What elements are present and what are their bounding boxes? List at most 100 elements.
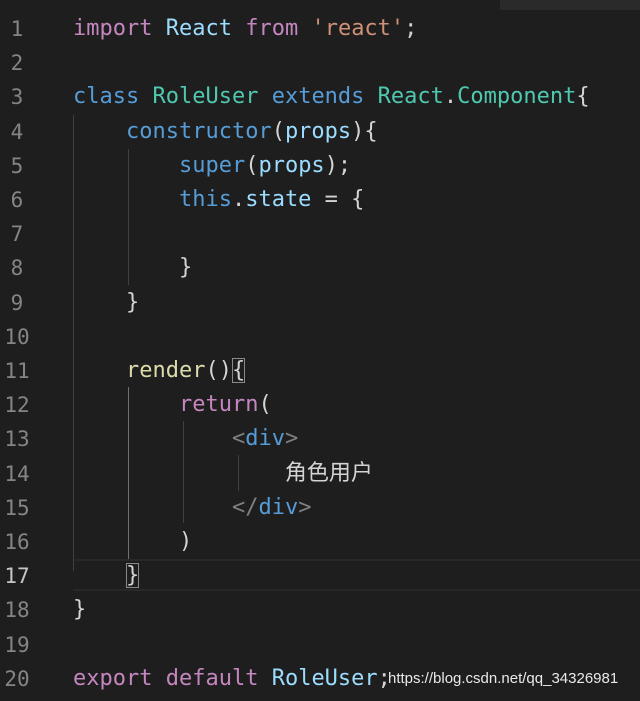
code-token: constructor [125, 118, 272, 144]
line-number: 16 [4, 530, 30, 554]
line-number: 20 [4, 666, 30, 691]
code-line[interactable]: 9 } [0, 286, 640, 320]
code-token: class [73, 84, 140, 110]
line-number: 18 [4, 598, 30, 623]
code-token: </ [231, 494, 259, 520]
code-token: props [284, 118, 352, 144]
code-line[interactable]: 13 <div> [0, 422, 640, 456]
watermark-url: https://blog.csdn.net/qq_34326981 [388, 670, 619, 687]
code-line[interactable]: 6 this.state = { [0, 183, 640, 217]
code-text: export default RoleUser; [73, 662, 391, 696]
code-line[interactable]: 3 class RoleUser extends React.Component{ [0, 80, 640, 114]
code-token: ){ [351, 118, 378, 144]
code-line[interactable]: 16 ) [0, 525, 640, 559]
code-token: 'react' [311, 16, 405, 41]
code-token: return [178, 392, 259, 418]
line-number: 10 [4, 324, 30, 349]
code-token: . [443, 84, 458, 110]
code-token: from [245, 16, 299, 41]
code-line[interactable]: 14 角色用户 [0, 457, 640, 491]
code-text: return( [73, 388, 272, 422]
code-token: RoleUser [152, 84, 259, 110]
code-text: render(){ [73, 354, 246, 388]
line-number: 7 [10, 222, 24, 247]
code-text: super(props); [73, 149, 351, 183]
code-line[interactable]: 12 return( [0, 388, 640, 422]
code-token: render [125, 358, 206, 383]
code-line[interactable]: 10 [0, 320, 640, 354]
line-number: 17 [4, 564, 30, 589]
code-line[interactable]: 5 super(props); [0, 149, 640, 183]
code-token: { [231, 358, 246, 383]
line-number: 4 [10, 119, 24, 144]
line-number: 12 [4, 393, 30, 418]
line-number: 6 [10, 188, 24, 212]
line-number: 8 [10, 256, 24, 281]
code-text: constructor(props){ [73, 115, 378, 149]
code-text: } [73, 251, 192, 285]
code-editor[interactable]: 1 import React from 'react'; 2 3 class RoleU… [0, 0, 640, 701]
code-line[interactable]: 19 [0, 628, 640, 662]
line-number: 13 [4, 427, 30, 452]
code-text: ) [73, 525, 192, 559]
line-number: 15 [4, 495, 30, 520]
code-token: default [165, 665, 259, 691]
code-token: RoleUser [271, 665, 378, 691]
code-text: class RoleUser extends React.Component{ [73, 80, 590, 114]
code-token: < [231, 426, 246, 452]
code-token: React [165, 16, 232, 41]
code-token: } [73, 255, 193, 281]
code-token: } [73, 289, 140, 315]
code-text: } [73, 593, 86, 627]
code-line[interactable]: 1 import React from 'react'; [0, 12, 640, 46]
code-text: 角色用户 [73, 457, 373, 491]
line-number: 2 [10, 51, 24, 76]
code-token: export [73, 665, 153, 691]
code-line[interactable]: 7 [0, 217, 640, 251]
code-text: } [73, 286, 139, 320]
code-token: this [178, 187, 232, 212]
code-token: super [178, 152, 246, 178]
line-number: 5 [10, 153, 24, 178]
code-token: props [258, 152, 325, 178]
line-number: 14 [4, 461, 30, 486]
code-line[interactable]: 2 [0, 46, 640, 80]
code-line[interactable]: 15 </div> [0, 491, 640, 525]
line-number: 1 [10, 17, 24, 41]
code-token: } [125, 563, 140, 589]
code-token: ; [404, 16, 418, 41]
line-number: 19 [4, 632, 30, 657]
code-line[interactable]: 17 } [0, 559, 640, 593]
code-line[interactable]: 11 render(){ [0, 354, 640, 388]
code-token: { [576, 84, 590, 110]
code-line[interactable]: 8 } [0, 251, 640, 285]
code-token: div [258, 494, 299, 520]
code-line[interactable]: 4 constructor(props){ [0, 115, 640, 149]
code-token: React [377, 84, 444, 110]
code-token: ) [73, 529, 193, 554]
code-line[interactable]: 18} [0, 593, 640, 627]
code-token: = { [311, 187, 365, 212]
code-token: div [245, 426, 285, 452]
code-token: ( [245, 152, 259, 178]
line-number: 11 [4, 359, 30, 383]
code-token: > [298, 494, 312, 520]
code-text: this.state = { [73, 183, 364, 217]
code-text: </div> [73, 491, 312, 525]
code-token: ); [324, 152, 352, 178]
code-text: <div> [73, 422, 298, 456]
